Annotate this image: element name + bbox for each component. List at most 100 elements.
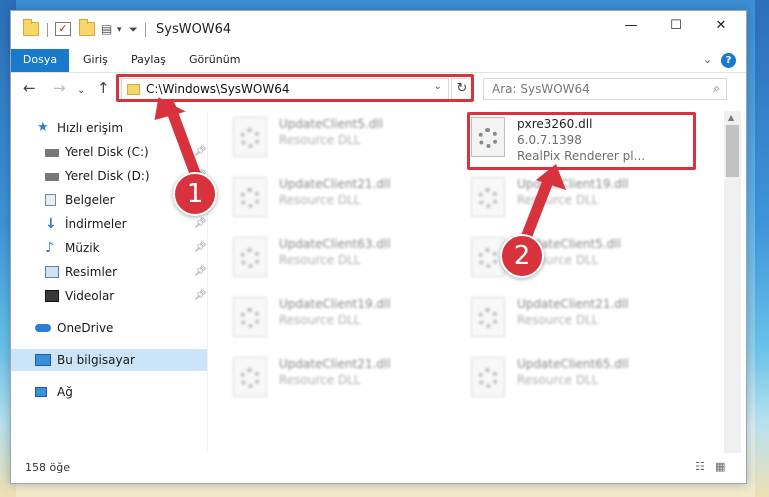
file-description: Resource DLL [517,313,599,327]
sidebar-item-label: Yerel Disk (C:) [65,145,149,159]
sidebar-item-label: Hızlı erişim [57,121,124,135]
list-item[interactable]: UpdateClient5.dll Resource DLL [211,113,441,161]
search-placeholder: Ara: SysWOW64 [492,82,590,96]
pane-divider[interactable] [207,113,208,453]
address-highlight-box [116,74,474,102]
sidebar-item-label: Yerel Disk (D:) [65,169,150,183]
file-highlight-box [467,112,696,170]
step-2-badge: 2 [500,234,544,278]
video-icon [45,290,59,302]
up-arrow-icon[interactable]: ↑ [97,80,110,96]
pin-icon[interactable]: 📌︎ [194,141,207,163]
back-arrow-icon[interactable]: ← [23,80,36,96]
close-button[interactable]: ✕ [698,11,744,41]
search-icon[interactable]: ⌕ [713,81,720,96]
recent-locations-icon[interactable]: ⌄ [77,83,85,99]
large-icons-view-icon[interactable]: ▦ [715,461,729,473]
customize-icon[interactable]: ▤ [101,22,117,36]
dll-file-icon [471,297,505,337]
ribbon-tabs: Dosya Giriş Paylaş Görünüm ⌄ ? [11,49,746,73]
sidebar-item-disk-c[interactable]: Yerel Disk (C:) 📌︎ [11,141,207,163]
search-input[interactable]: Ara: SysWOW64 ⌕ [483,78,727,100]
file-name: UpdateClient5.dll [279,117,383,131]
pin-icon[interactable]: 📌︎ [194,213,207,235]
separator [47,23,48,37]
star-icon: ★ [37,120,49,135]
dll-file-icon [471,357,505,397]
scroll-up-icon[interactable]: ▲ [728,113,734,122]
maximize-button[interactable]: ☐ [653,11,699,41]
quick-access-down-icon[interactable]: ⏷ [129,23,138,37]
file-name: UpdateClient19.dll [279,297,391,311]
file-description: Resource DLL [279,133,361,147]
list-item[interactable]: UpdateClient21.dll Resource DLL [211,173,441,221]
dll-file-icon [233,117,267,157]
file-description: Resource DLL [279,193,361,207]
quick-access-dropdown-icon[interactable]: ▾ [117,25,122,35]
separator [145,23,146,37]
drive-icon [45,149,59,157]
file-description: Resource DLL [517,373,599,387]
list-item[interactable]: UpdateClient65.dll Resource DLL [449,353,679,401]
new-folder-icon[interactable] [79,19,95,36]
vertical-scrollbar[interactable]: ▲ [724,111,741,453]
list-item[interactable]: UpdateClient5.dll Resource DLL [449,233,679,281]
details-view-icon[interactable]: ☷ [695,461,709,473]
desktop-background-right [755,0,769,497]
step-1-badge: 1 [173,172,217,216]
sidebar-item-videos[interactable]: Videolar 📌︎ [11,285,207,307]
minimize-button[interactable]: — [608,11,654,41]
file-name: UpdateClient21.dll [279,177,391,191]
sidebar-item-label: Resimler [65,265,118,279]
sidebar-item-downloads[interactable]: ↓ İndirmeler 📌︎ [11,213,207,235]
cloud-icon [35,324,51,332]
status-bar: 158 öğe ☷ ▦ [11,453,746,483]
forward-arrow-icon[interactable]: → [53,80,66,96]
file-name: UpdateClient65.dll [517,357,629,371]
properties-check-icon[interactable]: ✓ [55,22,71,36]
dll-file-icon [471,177,505,217]
help-icon[interactable]: ? [721,53,736,68]
file-name: UpdateClient21.dll [279,357,391,371]
list-item[interactable]: UpdateClient63.dll Resource DLL [211,233,441,281]
file-name: UpdateClient63.dll [279,237,391,251]
ribbon-expand-icon[interactable]: ⌄ [703,53,712,66]
file-name: UpdateClient21.dll [517,297,629,311]
list-item[interactable]: UpdateClient19.dll Resource DLL [449,173,679,221]
pin-icon[interactable]: 📌︎ [194,261,207,283]
sidebar-item-label: Müzik [65,241,100,255]
sidebar-item-music[interactable]: ♪ Müzik 📌︎ [11,237,207,259]
dll-file-icon [233,177,267,217]
window-title: SysWOW64 [156,22,232,37]
title-bar: ✓ ▤ ▾ ⏷ SysWOW64 — ☐ ✕ [11,11,746,49]
sidebar-item-quick-access[interactable]: ★ Hızlı erişim [11,117,207,139]
folder-icon [23,19,39,36]
list-item[interactable]: UpdateClient19.dll Resource DLL [211,293,441,341]
pin-icon[interactable]: 📌︎ [194,285,207,307]
drive-icon [45,173,59,181]
dll-file-icon [233,237,267,277]
list-item[interactable]: UpdateClient21.dll Resource DLL [449,293,679,341]
file-description: Resource DLL [279,313,361,327]
music-icon: ♪ [45,240,54,256]
download-icon: ↓ [45,216,57,232]
documents-icon [45,194,56,206]
file-description: Resource DLL [279,253,361,267]
file-description: Resource DLL [279,373,361,387]
sidebar-item-label: Videolar [65,289,115,303]
sidebar-item-pictures[interactable]: Resimler 📌︎ [11,261,207,283]
tab-view[interactable]: Görünüm [179,49,250,72]
tab-share[interactable]: Paylaş [121,49,176,72]
dll-file-icon [233,357,267,397]
sidebar-item-this-pc[interactable]: Bu bilgisayar [11,349,207,371]
tab-home[interactable]: Giriş [73,49,118,72]
list-item[interactable]: UpdateClient21.dll Resource DLL [211,353,441,401]
pictures-icon [45,266,59,278]
network-icon [35,387,47,397]
sidebar-item-onedrive[interactable]: OneDrive [11,317,207,339]
sidebar-item-network[interactable]: Ağ [11,381,207,403]
scroll-thumb[interactable] [726,125,739,177]
pin-icon[interactable]: 📌︎ [194,237,207,259]
tab-file[interactable]: Dosya [11,49,69,72]
item-count: 158 öğe [25,461,70,474]
